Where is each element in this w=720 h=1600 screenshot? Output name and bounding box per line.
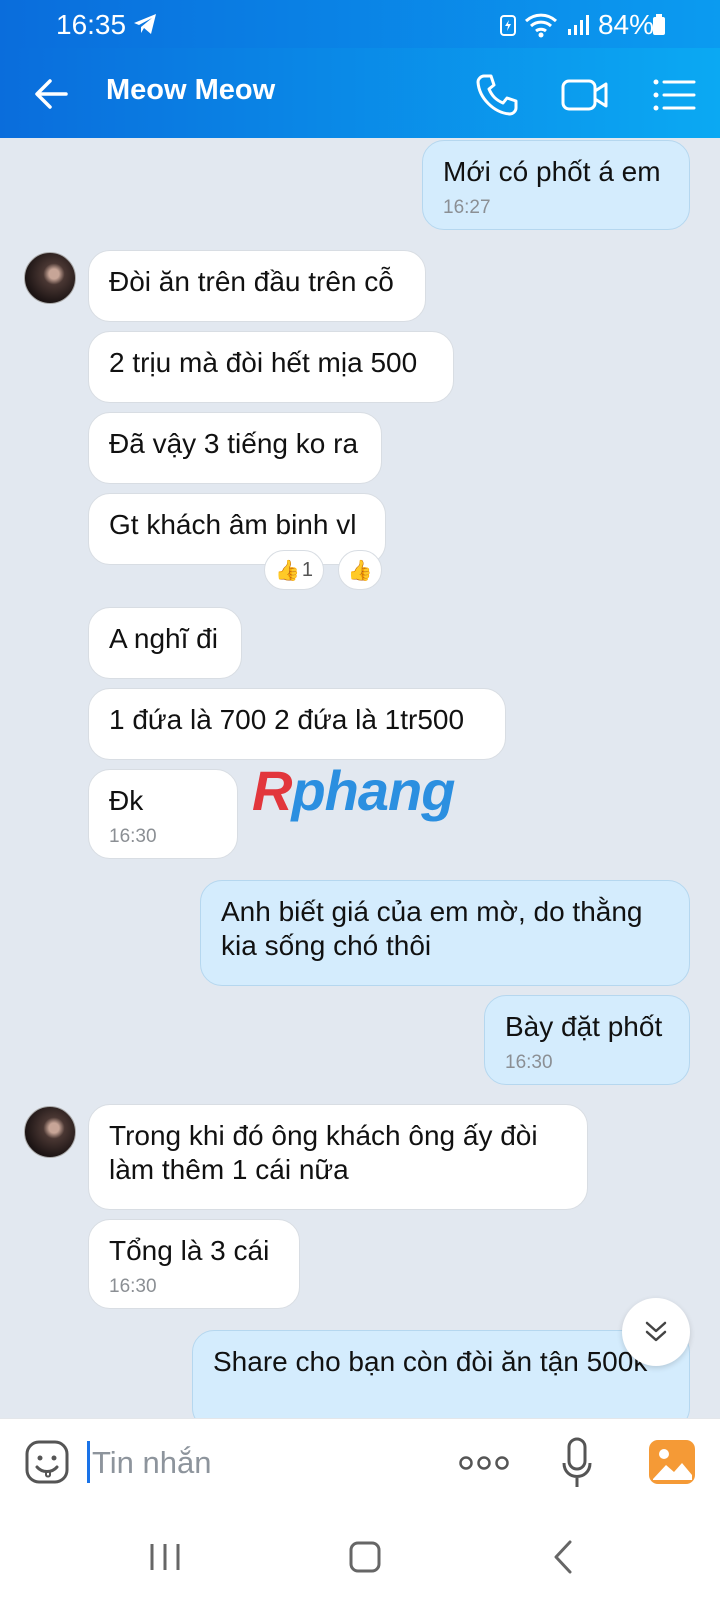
message-text: Đã vậy 3 tiếng ko ra [109, 428, 359, 459]
reaction-count: 1 [301, 558, 314, 581]
image-gallery-icon[interactable] [648, 1439, 696, 1485]
system-navigation-bar [0, 1510, 720, 1600]
contact-name[interactable]: Meow Meow [106, 74, 275, 107]
message-bubble-incoming[interactable]: Tổng là 3 cái 16:30 [88, 1219, 300, 1309]
react-button[interactable]: 👍 [338, 550, 382, 590]
message-bubble-outgoing[interactable]: Bày đặt phốt 16:30 [484, 995, 690, 1085]
message-time: 16:27 [443, 197, 491, 218]
video-call-icon[interactable] [560, 70, 610, 120]
message-text: 2 trịu mà đòi hết mịa 500 [109, 347, 418, 378]
battery-percent: 84% [597, 9, 654, 40]
message-bubble-incoming[interactable]: 2 trịu mà đòi hết mịa 500 [88, 331, 454, 403]
message-text: Đòi ăn trên đầu trên cỗ [109, 266, 394, 297]
message-bubble-incoming[interactable]: Đk 16:30 [88, 769, 238, 859]
sticker-emoji-icon[interactable] [24, 1439, 70, 1485]
message-text: Gt khách âm binh vl [109, 509, 357, 540]
message-bubble-outgoing[interactable]: Anh biết giá của em mờ, do thằng kia sốn… [200, 880, 690, 986]
message-bubble-incoming[interactable]: Trong khi đó ông khách ông ấy đòi làm th… [88, 1104, 588, 1210]
message-time: 16:30 [109, 826, 157, 847]
list-menu-icon[interactable] [650, 70, 700, 120]
status-bar: 16:35 84% [0, 0, 720, 48]
message-bubble-outgoing[interactable]: Mới có phốt á em 16:27 [422, 140, 690, 230]
status-time: 16:35 [56, 9, 127, 40]
message-text: 1 đứa là 700 2 đứa là 1tr500 [109, 704, 465, 735]
battery-saver-icon [499, 15, 516, 36]
message-input[interactable] [88, 1439, 428, 1487]
phone-icon[interactable] [472, 70, 522, 120]
message-bubble-incoming[interactable]: A nghĩ đi [88, 607, 242, 679]
message-text: Share cho bạn còn đòi ăn tận 500k [213, 1346, 648, 1377]
signal-icon [567, 15, 589, 35]
scroll-to-bottom-button[interactable] [622, 1298, 690, 1366]
avatar[interactable] [24, 1106, 76, 1158]
message-bubble-outgoing[interactable]: Share cho bạn còn đòi ăn tận 500k [192, 1330, 690, 1418]
message-time: 16:30 [505, 1052, 553, 1073]
watermark-logo: Rphang [252, 759, 455, 822]
double-chevron-down-icon [645, 1321, 667, 1342]
avatar[interactable] [24, 252, 76, 304]
message-bubble-incoming[interactable]: 1 đứa là 700 2 đứa là 1tr500 [88, 688, 506, 760]
message-text: Trong khi đó ông khách ông ấy đòi làm th… [109, 1120, 538, 1185]
status-indicators: 84% [499, 9, 654, 41]
message-text: Mới có phốt á em [443, 156, 661, 187]
back-chevron-icon[interactable] [540, 1532, 590, 1582]
message-text: Đk [109, 785, 144, 816]
recent-apps-icon[interactable] [140, 1532, 190, 1582]
message-text: Tổng là 3 cái [109, 1235, 270, 1266]
battery-icon [653, 14, 665, 35]
message-bubble-incoming[interactable]: Đã vậy 3 tiếng ko ra [88, 412, 382, 484]
more-options-icon[interactable] [458, 1449, 510, 1477]
thumbs-up-icon: 👍 [347, 559, 373, 582]
chat-messages[interactable]: Mới có phốt á em 16:27 Đòi ăn trên đầu t… [0, 138, 720, 1418]
thumbs-up-icon: 👍 [274, 559, 300, 582]
message-text: Bày đặt phốt [505, 1011, 663, 1042]
message-bubble-incoming[interactable]: Gt khách âm binh vl [88, 493, 386, 565]
microphone-icon[interactable] [562, 1437, 592, 1489]
message-composer [0, 1418, 720, 1510]
message-text: A nghĩ đi [109, 623, 218, 654]
back-arrow-icon[interactable] [30, 72, 74, 116]
message-bubble-incoming[interactable]: Đòi ăn trên đầu trên cỗ [88, 250, 426, 322]
reaction-summary[interactable]: 👍 1 [264, 550, 324, 590]
chat-header: Meow Meow [0, 48, 720, 138]
message-text: Anh biết giá của em mờ, do thằng kia sốn… [221, 896, 643, 961]
home-icon[interactable] [340, 1532, 390, 1582]
message-time: 16:30 [109, 1276, 157, 1297]
wifi-icon [524, 13, 557, 38]
telegram-icon [134, 14, 156, 34]
